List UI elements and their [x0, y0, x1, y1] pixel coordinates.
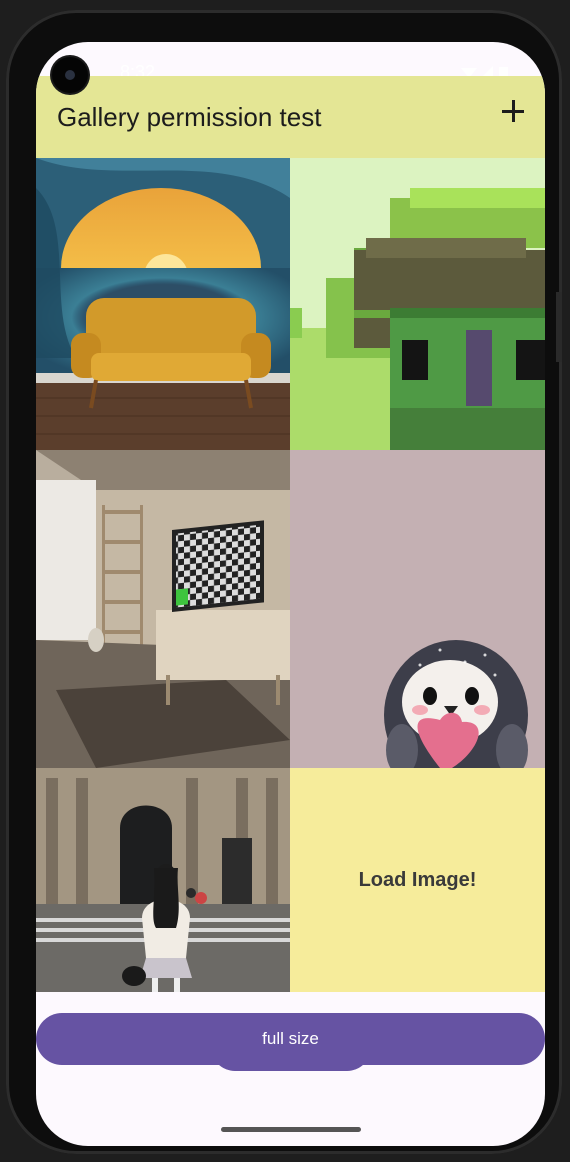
status-bar: 8:32	[36, 42, 545, 82]
phone-side-button	[556, 292, 562, 362]
gallery-image-room-with-tv[interactable]	[36, 450, 290, 768]
app-bar: Gallery permission test	[36, 76, 545, 158]
load-image-tile[interactable]: Load Image!	[290, 768, 545, 992]
gesture-nav-handle[interactable]	[221, 1127, 361, 1132]
gallery-image-pixel-art-house[interactable]	[290, 158, 545, 450]
full-size-button[interactable]: full size	[36, 1013, 545, 1065]
full-size-label: full size	[262, 1029, 319, 1048]
app-title: Gallery permission test	[57, 102, 322, 132]
gallery-image-sunset-wave-sofa[interactable]	[36, 158, 290, 450]
screen: 8:32 Gallery permission test Load Image!…	[36, 42, 545, 1146]
load-image-label: Load Image!	[358, 868, 477, 891]
gallery-image-penguin-with-heart[interactable]	[290, 450, 545, 768]
gallery-image-woman-in-street[interactable]	[36, 768, 290, 992]
plus-icon[interactable]	[501, 98, 525, 122]
phone-frame: 8:32 Gallery permission test Load Image!…	[6, 10, 562, 1154]
front-camera-icon	[52, 57, 88, 93]
